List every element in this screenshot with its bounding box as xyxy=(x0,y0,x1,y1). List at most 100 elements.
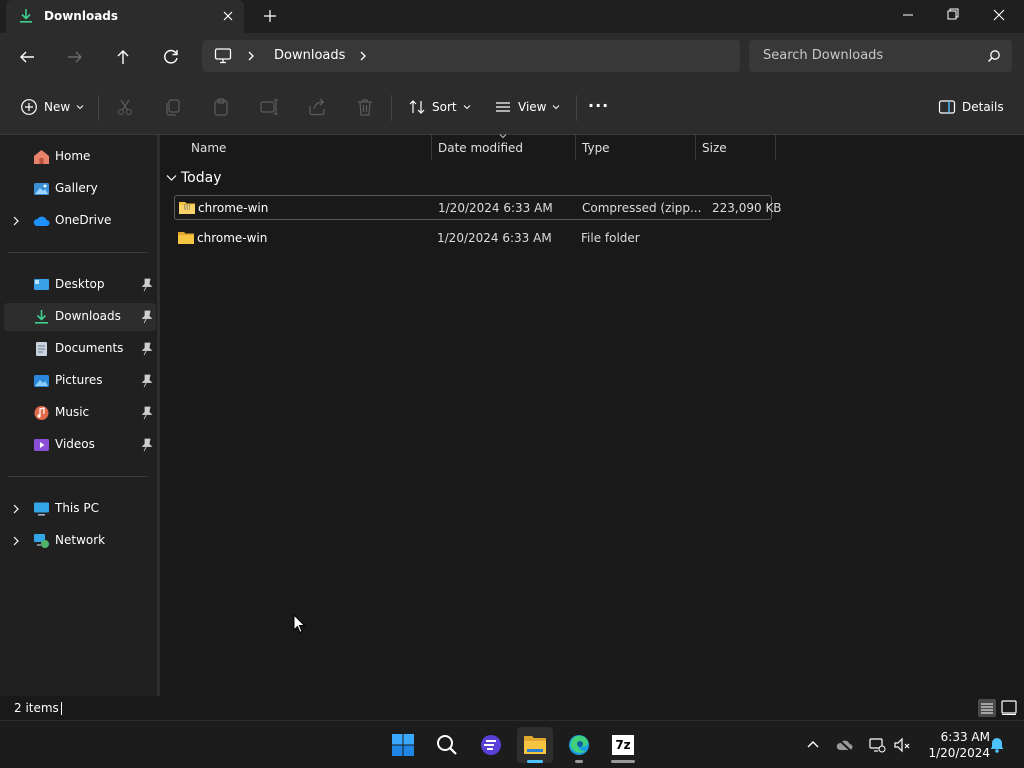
column-divider[interactable] xyxy=(775,135,776,160)
view-label: View xyxy=(518,100,547,114)
sort-button[interactable]: Sort xyxy=(408,96,471,118)
close-icon[interactable] xyxy=(976,0,1022,30)
file-list: Name Date modified Type Size Today chrom… xyxy=(160,134,1024,696)
new-tab-icon[interactable] xyxy=(260,6,280,26)
taskbar-edge-button[interactable] xyxy=(561,727,597,763)
tab-close-icon[interactable] xyxy=(218,6,238,26)
status-separator xyxy=(61,702,62,715)
this-pc-icon[interactable] xyxy=(214,48,232,64)
file-name: chrome-win xyxy=(198,201,269,215)
pin-icon[interactable] xyxy=(141,278,153,292)
volume-muted-icon[interactable] xyxy=(893,736,911,754)
desktop-icon xyxy=(34,279,49,290)
pin-icon[interactable] xyxy=(141,374,153,388)
taskbar-7zip-button[interactable]: 7z xyxy=(605,727,641,763)
clock-time: 6:33 AM xyxy=(940,730,990,744)
status-bar: 2 items xyxy=(0,696,1024,720)
pin-icon[interactable] xyxy=(141,406,153,420)
pictures-icon xyxy=(34,375,49,387)
chevron-right-icon[interactable] xyxy=(246,50,256,62)
table-row[interactable]: chrome-win 1/20/2024 6:33 AM Compressed … xyxy=(174,195,782,220)
sidebar-item-downloads[interactable]: Downloads xyxy=(4,303,156,331)
clock-date: 1/20/2024 xyxy=(928,746,990,760)
taskbar-file-explorer-button[interactable] xyxy=(517,727,553,763)
tiles-view-icon[interactable] xyxy=(999,698,1019,718)
column-header-size[interactable]: Size xyxy=(695,135,775,160)
add-circle-icon xyxy=(21,99,37,115)
file-explorer-icon xyxy=(524,736,546,754)
sidebar-item-music[interactable]: Music xyxy=(4,399,156,427)
tab-downloads[interactable]: Downloads xyxy=(6,0,244,33)
running-indicator xyxy=(611,760,635,763)
taskbar-app-button[interactable] xyxy=(473,727,509,763)
notification-bell-icon[interactable] xyxy=(988,736,1006,754)
onedrive-offline-icon[interactable] xyxy=(836,736,854,754)
share-icon[interactable] xyxy=(307,97,327,117)
table-row[interactable]: chrome-win 1/20/2024 6:33 AM File folder xyxy=(174,226,772,251)
new-button[interactable]: New xyxy=(20,96,84,118)
sidebar-item-pictures[interactable]: Pictures xyxy=(4,367,156,395)
navigation-pane: Home Gallery OneDrive Desktop Downloads … xyxy=(0,135,157,696)
forward-icon[interactable] xyxy=(63,45,87,69)
back-icon[interactable] xyxy=(15,45,39,69)
minimize-icon[interactable] xyxy=(885,0,931,30)
column-header-type[interactable]: Type xyxy=(575,135,695,160)
chevron-right-icon[interactable] xyxy=(12,535,20,547)
start-button[interactable] xyxy=(385,727,421,763)
more-options-button[interactable]: ··· xyxy=(588,96,609,118)
command-bar: New Sort View ··· Details xyxy=(0,80,1024,135)
chevron-down-icon[interactable] xyxy=(166,174,177,182)
sidebar-item-documents[interactable]: Documents xyxy=(4,335,156,363)
documents-icon xyxy=(36,342,47,356)
sidebar-item-label: Pictures xyxy=(55,373,103,387)
paste-icon[interactable] xyxy=(211,97,231,117)
network-icon xyxy=(34,534,49,548)
search-box[interactable]: Search Downloads xyxy=(749,40,1012,72)
address-bar[interactable]: Downloads xyxy=(202,40,740,72)
taskbar-search-button[interactable] xyxy=(429,727,465,763)
sidebar-divider xyxy=(8,252,148,253)
column-header-name[interactable]: Name xyxy=(184,135,432,160)
search-icon[interactable] xyxy=(987,49,1001,63)
view-icon xyxy=(496,102,510,112)
restore-icon[interactable] xyxy=(930,0,976,30)
breadcrumb-downloads[interactable]: Downloads xyxy=(274,48,345,63)
zip-folder-icon xyxy=(179,202,195,214)
sidebar-item-onedrive[interactable]: OneDrive xyxy=(4,207,156,235)
pin-icon[interactable] xyxy=(141,438,153,452)
chevron-right-icon[interactable] xyxy=(12,503,20,515)
rename-icon[interactable] xyxy=(259,97,279,117)
sidebar-item-label: Videos xyxy=(55,437,95,451)
file-date: 1/20/2024 6:33 AM xyxy=(438,201,553,215)
edge-icon xyxy=(569,735,589,755)
pin-icon[interactable] xyxy=(141,342,153,356)
details-button[interactable]: Details xyxy=(938,96,1004,118)
copy-icon[interactable] xyxy=(163,97,183,117)
system-clock[interactable]: 6:33 AM 1/20/2024 xyxy=(916,729,990,761)
details-pane-icon xyxy=(938,100,956,114)
chevron-right-icon[interactable] xyxy=(12,215,20,227)
sort-descending-icon xyxy=(499,134,507,139)
download-icon xyxy=(20,9,32,23)
delete-icon[interactable] xyxy=(355,97,375,117)
sidebar-item-gallery[interactable]: Gallery xyxy=(4,175,156,203)
chevron-right-icon[interactable] xyxy=(358,50,368,62)
onedrive-icon xyxy=(33,216,50,226)
sidebar-item-desktop[interactable]: Desktop xyxy=(4,271,156,299)
refresh-icon[interactable] xyxy=(159,45,183,69)
sidebar-item-videos[interactable]: Videos xyxy=(4,431,156,459)
pin-icon[interactable] xyxy=(141,310,153,324)
sidebar-item-network[interactable]: Network xyxy=(4,527,156,555)
chevron-up-icon[interactable] xyxy=(804,736,822,754)
view-button[interactable]: View xyxy=(494,96,560,118)
sidebar-item-this-pc[interactable]: This PC xyxy=(4,495,156,523)
start-icon xyxy=(392,734,414,756)
column-label: Size xyxy=(702,141,727,155)
sidebar-item-label: Music xyxy=(55,405,90,419)
network-status-icon[interactable] xyxy=(868,736,886,754)
search-input[interactable]: Search Downloads xyxy=(763,48,883,63)
sidebar-item-home[interactable]: Home xyxy=(4,143,156,171)
details-view-icon[interactable] xyxy=(977,698,997,718)
up-icon[interactable] xyxy=(111,45,135,69)
cut-icon[interactable] xyxy=(115,97,135,117)
